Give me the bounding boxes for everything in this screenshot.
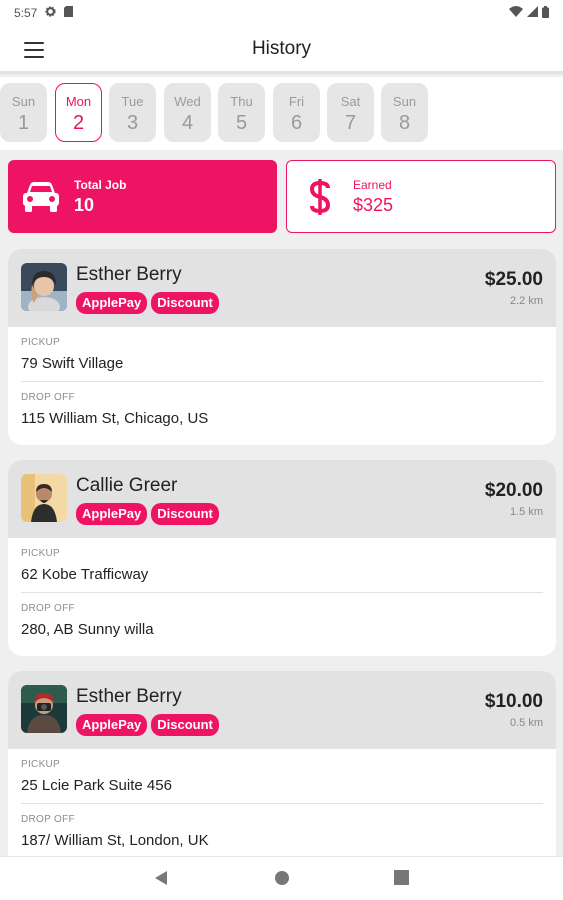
pickup-section: PICKUP 25 Lcie Park Suite 456 [21, 749, 543, 804]
rider-name: Callie Greer [76, 475, 178, 496]
dropoff-section: DROP OFF 187/ William St, London, UK [21, 804, 543, 859]
car-icon [8, 181, 74, 213]
dropoff-label: DROP OFF [21, 603, 75, 614]
day-item[interactable]: Sun 1 [0, 83, 47, 142]
payment-tag: ApplePay [76, 292, 148, 314]
dropoff-address: 115 William St, Chicago, US [21, 410, 209, 427]
dropoff-section: DROP OFF 115 William St, Chicago, US [21, 382, 543, 437]
dropoff-label: DROP OFF [21, 814, 75, 825]
day-selector: Sun 1 Mon 2 Tue 3 Wed 4 Thu 5 Fri 6 Sat … [0, 77, 563, 150]
job-card-header: Callie Greer ApplePay Discount $20.00 1.… [8, 460, 556, 538]
earned-label: Earned [353, 177, 392, 192]
day-name: Sun [11, 94, 36, 109]
day-name: Sun [392, 94, 417, 109]
earned-value: $325 [353, 194, 394, 215]
pickup-address: 62 Kobe Trafficway [21, 566, 149, 583]
page-title: History [251, 37, 312, 59]
menu-icon[interactable] [22, 40, 46, 60]
day-name: Tue [121, 94, 144, 109]
pickup-label: PICKUP [21, 548, 61, 559]
avatar [21, 263, 67, 311]
total-job-label: Total Job [74, 177, 127, 192]
day-item[interactable]: Wed 4 [164, 83, 211, 142]
day-name: Sat [340, 94, 361, 109]
battery-icon [542, 5, 549, 21]
job-distance: 2.2 km [509, 295, 543, 307]
pickup-address: 25 Lcie Park Suite 456 [21, 777, 172, 794]
day-name: Thu [230, 94, 253, 109]
day-number: 6 [290, 112, 303, 134]
payment-tag: ApplePay [76, 503, 148, 525]
dropoff-address: 280, AB Sunny willa [21, 621, 154, 638]
day-number: 7 [344, 112, 357, 134]
day-item[interactable]: Sat 7 [327, 83, 374, 142]
discount-tag: Discount [151, 503, 219, 525]
day-number: 4 [181, 112, 194, 134]
rider-name: Esther Berry [76, 686, 182, 707]
back-icon[interactable] [154, 870, 168, 891]
job-distance: 0.5 km [509, 717, 543, 729]
signal-icon [527, 6, 538, 20]
home-icon[interactable] [274, 870, 290, 891]
avatar [21, 685, 67, 733]
wifi-icon [509, 6, 523, 20]
system-nav-bar [0, 856, 563, 900]
job-card[interactable]: Esther Berry ApplePay Discount $25.00 2.… [8, 249, 556, 445]
total-job-card: Total Job 10 [8, 160, 277, 233]
payment-tags: ApplePay Discount [76, 503, 219, 525]
day-number: 1 [17, 112, 30, 134]
day-item[interactable]: Fri 6 [273, 83, 320, 142]
avatar [21, 474, 67, 522]
day-item[interactable]: Sun 8 [381, 83, 428, 142]
discount-tag: Discount [151, 292, 219, 314]
pickup-address: 79 Swift Village [21, 355, 124, 372]
pickup-label: PICKUP [21, 759, 61, 770]
status-time: 5:57 [14, 6, 38, 20]
pickup-section: PICKUP 79 Swift Village [21, 327, 543, 382]
dropoff-address: 187/ William St, London, UK [21, 832, 209, 849]
dropoff-label: DROP OFF [21, 392, 75, 403]
status-bar: 5:57 [0, 0, 563, 26]
day-item-selected[interactable]: Mon 2 [55, 83, 102, 142]
payment-tags: ApplePay Discount [76, 714, 219, 736]
day-name: Fri [288, 94, 305, 109]
app-bar: History [0, 26, 563, 74]
payment-tag: ApplePay [76, 714, 148, 736]
day-number: 5 [235, 112, 248, 134]
job-card[interactable]: Callie Greer ApplePay Discount $20.00 1.… [8, 460, 556, 656]
sd-card-status-icon [64, 6, 74, 20]
job-distance: 1.5 km [509, 506, 543, 518]
pickup-label: PICKUP [21, 337, 61, 348]
payment-tags: ApplePay Discount [76, 292, 219, 314]
day-name: Wed [174, 94, 201, 109]
day-item[interactable]: Tue 3 [109, 83, 156, 142]
day-item[interactable]: Thu 5 [218, 83, 265, 142]
job-card[interactable]: Esther Berry ApplePay Discount $10.00 0.… [8, 671, 556, 867]
recents-icon[interactable] [394, 870, 409, 890]
job-price: $20.00 [484, 480, 543, 501]
job-price: $10.00 [484, 691, 543, 712]
job-price: $25.00 [484, 269, 543, 290]
dropoff-section: DROP OFF 280, AB Sunny willa [21, 593, 543, 648]
day-number: 3 [126, 112, 139, 134]
pickup-section: PICKUP 62 Kobe Trafficway [21, 538, 543, 593]
dollar-icon [287, 177, 353, 217]
day-number: 2 [72, 112, 85, 134]
settings-status-icon [45, 6, 56, 20]
job-card-header: Esther Berry ApplePay Discount $25.00 2.… [8, 249, 556, 327]
day-number: 8 [398, 112, 411, 134]
total-job-value: 10 [74, 194, 95, 215]
earned-card: Earned $325 [286, 160, 556, 233]
discount-tag: Discount [151, 714, 219, 736]
rider-name: Esther Berry [76, 264, 182, 285]
job-card-header: Esther Berry ApplePay Discount $10.00 0.… [8, 671, 556, 749]
day-name: Mon [65, 94, 92, 109]
